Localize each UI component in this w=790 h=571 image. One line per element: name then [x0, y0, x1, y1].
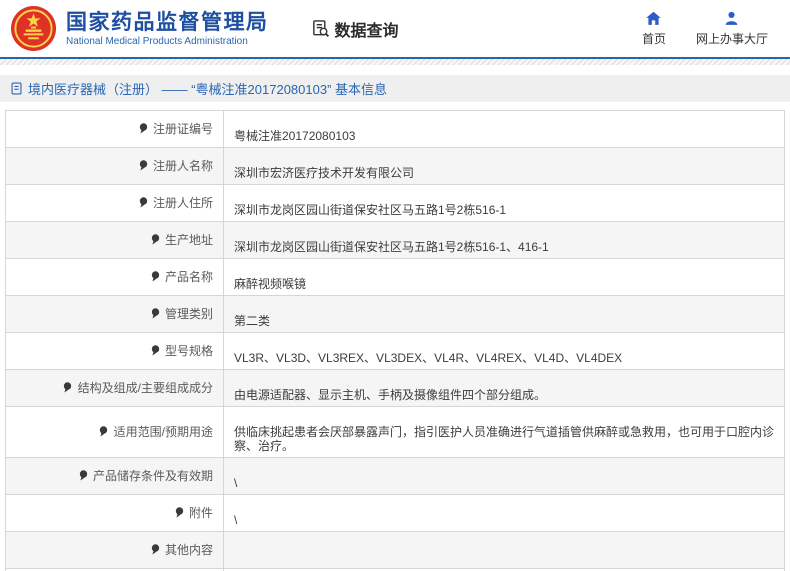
- table-row: 注册人名称 深圳市宏济医疗技术开发有限公司: [5, 147, 785, 185]
- data-query-title: 数据查询: [311, 17, 399, 41]
- row-value: 第二类: [234, 314, 271, 328]
- org-names: 国家药品监督管理局 National Medical Products Admi…: [66, 11, 269, 47]
- row-value: 供临床挑起患者会厌部暴露声门，指引医护人员准确进行气道插管供麻醉或急救用，也可用…: [234, 425, 775, 453]
- row-value: \: [234, 513, 238, 527]
- table-row: 注册证编号 粤械注准20172080103: [5, 110, 785, 148]
- row-label: 管理类别: [164, 306, 213, 321]
- person-icon: [726, 11, 738, 25]
- table-row: 产品储存条件及有效期 \: [5, 457, 785, 495]
- note-icon: [79, 469, 88, 484]
- row-label: 适用范围/预期用途: [113, 424, 213, 439]
- nav-service-hall[interactable]: 网上办事大厅: [696, 10, 768, 47]
- table-row: 生产地址 深圳市龙岗区园山街道保安社区马五路1号2栋516-1、416-1: [5, 221, 785, 259]
- table-row: 产品名称 麻醉视频喉镜: [5, 258, 785, 296]
- org-name-en: National Medical Products Administration: [66, 35, 248, 47]
- breadcrumb: 境内医疗器械（注册） —— “粤械注准20172080103” 基本信息: [0, 75, 790, 102]
- row-label: 产品名称: [164, 269, 213, 284]
- row-label: 附件: [188, 505, 213, 520]
- registration-info-table: 注册证编号 粤械注准20172080103 注册人名称 深圳市宏济医疗技术开发有…: [5, 110, 785, 571]
- site-header: 国家药品监督管理局 National Medical Products Admi…: [0, 0, 790, 57]
- table-row: 管理类别 第二类: [5, 295, 785, 333]
- row-label: 注册人住所: [152, 195, 213, 210]
- row-label: 注册证编号: [152, 121, 213, 136]
- data-query-label: 数据查询: [334, 22, 399, 40]
- note-icon: [139, 196, 148, 211]
- row-value: \: [234, 476, 238, 490]
- note-icon: [151, 270, 160, 285]
- note-icon: [151, 543, 160, 558]
- org-name-cn: 国家药品监督管理局: [66, 10, 269, 34]
- row-value: 深圳市龙岗区园山街道保安社区马五路1号2栋516-1: [234, 203, 507, 217]
- logo-group: 国家药品监督管理局 National Medical Products Admi…: [10, 5, 269, 52]
- note-icon: [151, 233, 160, 248]
- note-icon: [151, 344, 160, 359]
- table-row: 注册人住所 深圳市龙岗区园山街道保安社区马五路1号2栋516-1: [5, 184, 785, 222]
- row-value: 深圳市龙岗区园山街道保安社区马五路1号2栋516-1、416-1: [234, 240, 549, 254]
- home-icon: [646, 11, 662, 25]
- document-icon: [11, 82, 22, 95]
- row-value: 由电源适配器、显示主机、手柄及摄像组件四个部分组成。: [234, 388, 547, 402]
- note-icon: [99, 425, 108, 440]
- row-label: 注册人名称: [152, 158, 213, 173]
- table-row: 适用范围/预期用途 供临床挑起患者会厌部暴露声门，指引医护人员准确进行气道插管供…: [5, 406, 785, 458]
- note-icon: [139, 159, 148, 174]
- row-value: 粤械注准20172080103: [234, 129, 356, 143]
- breadcrumb-text: 境内医疗器械（注册） —— “粤械注准20172080103” 基本信息: [28, 82, 388, 97]
- row-label: 型号规格: [164, 343, 213, 358]
- row-value: 麻醉视频喉镜: [234, 277, 307, 291]
- nav-home[interactable]: 首页: [642, 10, 666, 47]
- header-nav: 首页 网上办事大厅: [642, 10, 776, 47]
- row-label: 产品储存条件及有效期: [92, 468, 213, 483]
- row-value: 深圳市宏济医疗技术开发有限公司: [234, 166, 415, 180]
- national-emblem-icon: [10, 5, 57, 52]
- row-value: VL3R、VL3D、VL3REX、VL3DEX、VL4R、VL4REX、VL4D…: [234, 351, 623, 365]
- nav-home-label: 首页: [641, 32, 666, 46]
- data-query-icon: [312, 20, 329, 38]
- table-row: 其他内容: [5, 531, 785, 569]
- table-row: 型号规格 VL3R、VL3D、VL3REX、VL3DEX、VL4R、VL4REX…: [5, 332, 785, 370]
- table-row: 结构及组成/主要组成成分 由电源适配器、显示主机、手柄及摄像组件四个部分组成。: [5, 369, 785, 407]
- row-label: 其他内容: [164, 542, 213, 557]
- row-label: 生产地址: [164, 232, 213, 247]
- hatch-band-divider: [0, 59, 790, 65]
- note-icon: [151, 307, 160, 322]
- row-label: 结构及组成/主要组成成分: [77, 380, 213, 395]
- nav-service-hall-label: 网上办事大厅: [695, 32, 768, 46]
- table-row: 附件 \: [5, 494, 785, 532]
- note-icon: [139, 122, 148, 137]
- note-icon: [63, 381, 72, 396]
- note-icon: [175, 506, 184, 521]
